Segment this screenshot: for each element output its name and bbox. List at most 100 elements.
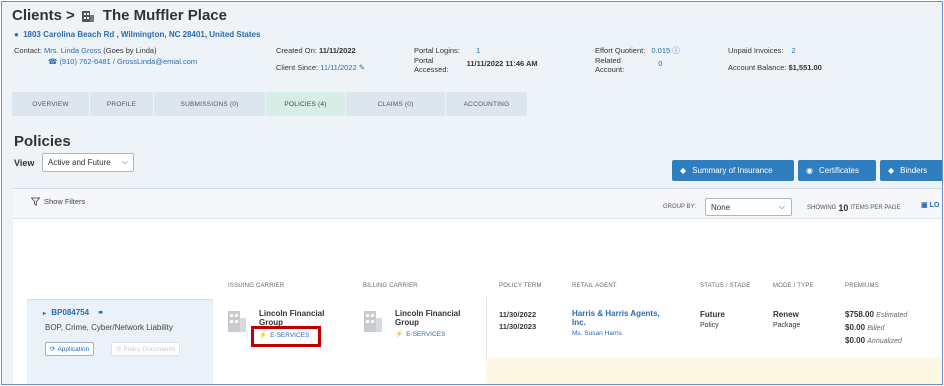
policy-documents-button-label: Policy Documents <box>123 345 176 353</box>
effort-block: Effort Quotient: 0.015 ⓘ Related Account:… <box>595 45 680 74</box>
certificates-button-label: Certificates <box>818 166 859 175</box>
binders-button-label: Binders <box>900 166 928 175</box>
mode-type: Renew Package <box>773 309 800 331</box>
policy-lines: BOP, Crime, Cyber/Network Liability <box>45 323 173 332</box>
view-select[interactable]: Active and Future ⌵ <box>42 153 134 172</box>
premium-annualized: $0.00 <box>845 336 866 345</box>
portal-logins-value[interactable]: 1 <box>476 46 480 55</box>
policy-documents-button[interactable]: ⟳ Policy Documents <box>111 342 181 356</box>
billing-summary-block: Unpaid Invoices: 2 Account Balance: $1,5… <box>728 45 822 73</box>
portal-block: Portal Logins: 1 Portal Accessed: 11/11/2… <box>414 45 538 74</box>
tab-claims[interactable]: CLAIMS (0) <box>346 92 446 116</box>
client-since-label: Client Since: <box>276 63 319 72</box>
show-filters-toggle[interactable]: Show Filters <box>31 197 85 206</box>
effort-value[interactable]: 0.015 <box>651 46 670 55</box>
retail-agent-link[interactable]: Harris & Harris Agents, Inc. <box>572 309 660 327</box>
policy-id: BP084754 <box>51 308 90 317</box>
contact-aka: (Goes by Linda) <box>103 46 157 55</box>
view-label: View <box>14 158 35 168</box>
billing-carrier-name: Lincoln Financial Group <box>395 309 460 327</box>
show-filters-label: Show Filters <box>44 197 86 206</box>
agent-contact-link[interactable]: Ms. Susan Harris <box>572 330 622 337</box>
stage-value: Policy <box>700 322 719 329</box>
certificate-icon: ◉ <box>806 166 813 175</box>
client-address[interactable]: ● 1803 Carolina Beach Rd , Wilmington, N… <box>14 30 260 39</box>
policies-panel: Show Filters GROUP BY: None ⌵ SHOWING 10… <box>13 188 942 384</box>
term-end: 11/30/2023 <box>499 322 537 331</box>
link-icon[interactable]: ⚭ <box>97 308 104 317</box>
info-icon[interactable]: ⓘ <box>672 46 680 55</box>
chevron-down-icon: ⌵ <box>121 157 128 166</box>
policy-term: 11/30/2022 11/30/2023 <box>499 309 536 333</box>
client-tabs: OVERVIEW PROFILE SUBMISSIONS (0) POLICIE… <box>12 92 528 116</box>
shield-icon: ◆ <box>680 166 687 175</box>
premiums: $758.00 Estimated $0.00 Billed $0.00 Ann… <box>845 309 907 348</box>
tab-policies[interactable]: POLICIES (4) <box>266 92 346 116</box>
page-title: Clients > The Muffler Place <box>12 7 227 24</box>
filter-icon <box>31 197 40 206</box>
chevron-down-icon: ⌵ <box>778 202 785 211</box>
group-by-value: None <box>711 202 731 212</box>
premium-billed-label: Billed <box>867 325 885 332</box>
breadcrumb-clients[interactable]: Clients <box>12 7 62 24</box>
showing-count[interactable]: 10 <box>838 203 848 213</box>
created-block: Created On: 11/11/2022 Client Since: 11/… <box>276 45 365 73</box>
policy-id-link[interactable]: ▸ BP084754 ⚭ <box>43 308 104 317</box>
created-on-label: Created On: <box>276 46 317 55</box>
highlight-box <box>251 326 321 347</box>
status-stage: Future Policy <box>700 309 725 331</box>
application-button[interactable]: ⟳ Application <box>45 342 95 356</box>
issuing-carrier-line-1: Lincoln Financial <box>259 309 325 318</box>
type-value: Package <box>773 322 801 329</box>
showing-label: SHOWING <box>807 205 837 211</box>
term-start: 11/30/2022 <box>499 310 537 319</box>
client-since-value[interactable]: 11/11/2022 <box>320 63 356 72</box>
portal-accessed-label-2: Accessed: <box>414 65 449 74</box>
contact-block: Contact: Mrs. Linda Gross (Goes by Linda… <box>14 45 197 67</box>
binders-button[interactable]: ◆ Binders <box>880 160 942 181</box>
lock-icon: ▣ <box>921 202 928 209</box>
col-billing-carrier: BILLING CARRIER <box>363 283 418 289</box>
portal-accessed-value: 11/11/2022 11:46 AM <box>466 59 538 68</box>
premium-estimated: $758.00 <box>845 310 874 319</box>
tab-profile[interactable]: PROFILE <box>90 92 154 116</box>
portal-logins-label: Portal Logins: <box>414 46 460 55</box>
summary-of-insurance-button[interactable]: ◆ Summary of Insurance <box>672 160 794 181</box>
section-title: Policies <box>14 133 71 150</box>
client-header: Clients > The Muffler Place ● 1803 Carol… <box>2 2 942 90</box>
premium-estimated-label: Estimated <box>876 312 908 319</box>
billing-carrier-line-2: Group <box>395 318 419 327</box>
group-by-select[interactable]: None ⌵ <box>705 198 792 216</box>
billing-eservices-link[interactable]: ⚡ E-SERVICES <box>395 330 445 339</box>
status-value: Future <box>700 310 725 319</box>
related-value[interactable]: 0 <box>658 58 662 74</box>
premium-billed: $0.00 <box>845 323 866 332</box>
col-policy-term: POLICY TERM <box>499 283 542 289</box>
tab-submissions[interactable]: SUBMISSIONS (0) <box>154 92 266 116</box>
client-window: Clients > The Muffler Place ● 1803 Carol… <box>1 1 943 385</box>
contact-phone-email[interactable]: (910) 762-6481 / GrossLinda@emial.com <box>59 57 197 66</box>
billing-carrier-line-1: Lincoln Financial <box>395 309 461 318</box>
refresh-icon: ⟳ <box>116 346 122 353</box>
created-on-value: 11/11/2022 <box>318 46 356 55</box>
lock-toggle[interactable]: ▣ LO <box>921 201 939 209</box>
lock-label: LO <box>929 202 940 209</box>
row-highlight-strip <box>486 357 942 384</box>
col-status-stage: STATUS / STAGE <box>700 283 751 289</box>
items-per-page-label: ITEMS PER PAGE <box>850 205 901 211</box>
summary-button-label: Summary of Insurance <box>692 166 773 175</box>
tab-accounting[interactable]: ACCOUNTING <box>446 92 528 116</box>
related-label-1: Related <box>595 56 621 65</box>
edit-icon[interactable]: ✎ <box>359 63 365 72</box>
col-issuing-carrier: ISSUING CARRIER <box>228 283 285 289</box>
contact-name-link[interactable]: Mrs. Linda Gross <box>44 46 101 55</box>
unpaid-label: Unpaid Invoices: <box>728 46 784 55</box>
unpaid-value[interactable]: 2 <box>792 46 796 55</box>
tab-overview[interactable]: OVERVIEW <box>12 92 90 116</box>
certificates-button[interactable]: ◉ Certificates <box>798 160 876 181</box>
map-pin-icon: ● <box>14 30 19 39</box>
agent-line-2: Inc. <box>572 318 586 327</box>
filter-bar: Show Filters GROUP BY: None ⌵ SHOWING 10… <box>13 189 942 219</box>
premium-annualized-label: Annualized <box>867 338 902 345</box>
shield-plus-icon: ◆ <box>888 166 895 175</box>
